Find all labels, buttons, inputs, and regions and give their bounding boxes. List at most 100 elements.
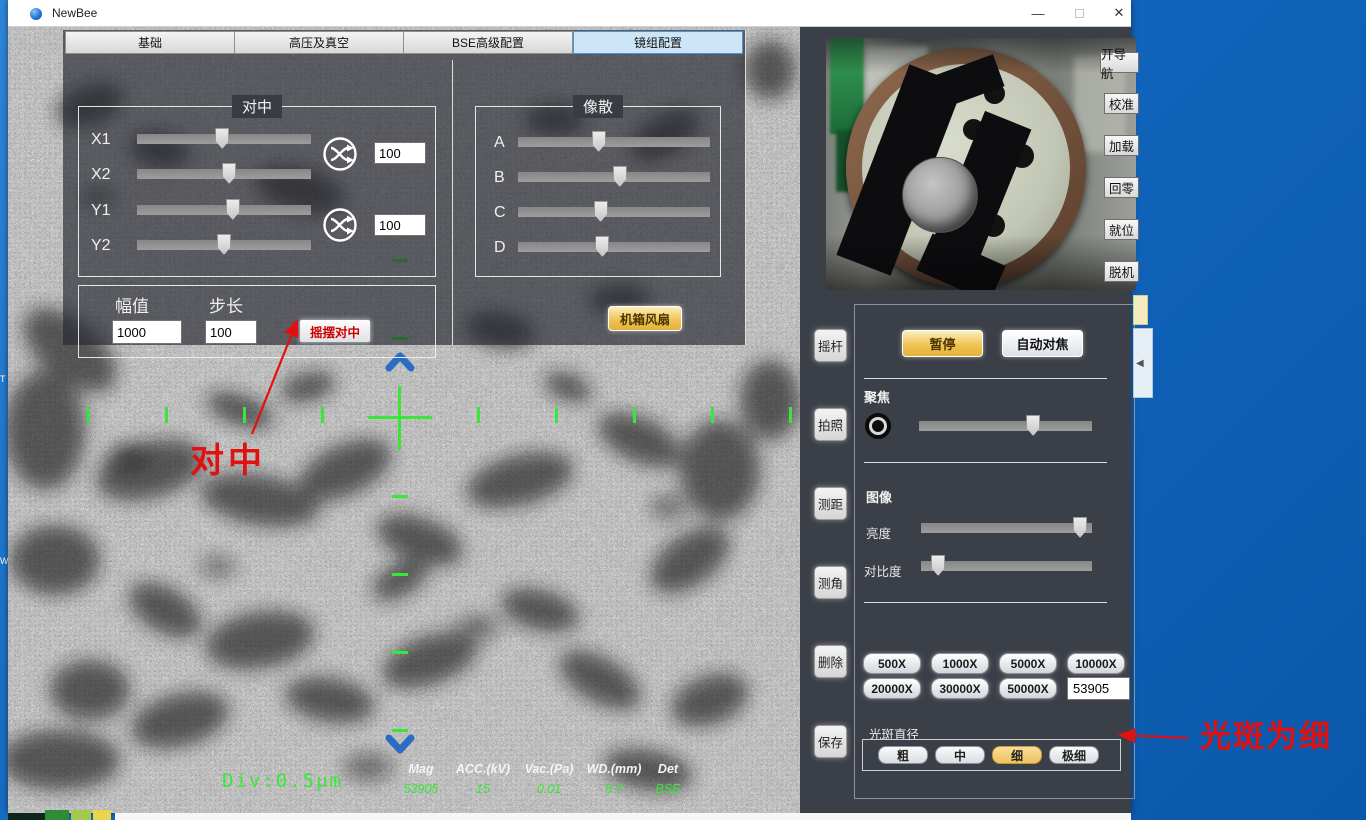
slider-thumb[interactable] [217, 234, 231, 255]
y1-slider[interactable] [137, 199, 311, 221]
nav-in-position-button[interactable]: 就位 [1104, 219, 1139, 240]
astig-b-slider[interactable] [518, 166, 710, 188]
y-wobble-value-input[interactable] [374, 214, 426, 236]
tool-joystick-button[interactable]: 摇杆 [814, 329, 847, 362]
contrast-slider[interactable] [921, 555, 1092, 577]
mag-5000x-button[interactable]: 5000X [999, 653, 1057, 674]
centering-group: 对中 X1 X2 Y1 Y2 [78, 106, 436, 277]
slider-thumb[interactable] [595, 236, 609, 257]
mag-20000x-button[interactable]: 20000X [863, 678, 921, 699]
mag-30000x-button[interactable]: 30000X [931, 678, 989, 699]
autofocus-button[interactable]: 自动对焦 [1002, 330, 1083, 357]
hud-tick [477, 407, 480, 423]
astig-c-slider[interactable] [518, 201, 710, 223]
sem-image-viewport[interactable]: Div:0.5μm Mag53905 ACC.(kV)15 Vac.(Pa)0.… [8, 27, 800, 813]
readout-det: DetBSE [646, 762, 690, 796]
focus-slider[interactable] [919, 415, 1092, 437]
tab-basic[interactable]: 基础 [65, 31, 235, 54]
nav-load-button[interactable]: 加载 [1104, 135, 1139, 156]
hud-tick [711, 407, 714, 423]
slider-thumb[interactable] [1026, 415, 1040, 436]
step-input[interactable] [205, 320, 257, 344]
desktop-icon-label-fragment: T [0, 374, 6, 384]
annotation-centering-text: 对中 [190, 433, 266, 482]
mag-custom-input[interactable] [1067, 677, 1130, 700]
shuffle-y-icon[interactable] [321, 206, 359, 244]
slider-track[interactable] [518, 207, 710, 217]
annotation-spot-text: 光斑为细 [1200, 711, 1332, 756]
slider-thumb[interactable] [215, 128, 229, 149]
app-icon [30, 8, 42, 20]
spot-ultrafine-button[interactable]: 极细 [1049, 746, 1099, 764]
x2-slider[interactable] [137, 163, 311, 185]
tool-save-button[interactable]: 保存 [814, 725, 847, 758]
wobble-centering-button[interactable]: 摇摆对中 [299, 319, 371, 343]
focus-target-icon[interactable] [865, 413, 891, 439]
y2-slider[interactable] [137, 234, 311, 256]
divider [864, 462, 1107, 463]
mag-500x-button[interactable]: 500X [863, 653, 921, 674]
x1-slider[interactable] [137, 128, 311, 150]
tab-lens-config[interactable]: 镜组配置 [573, 31, 743, 54]
slider-track[interactable] [919, 421, 1092, 431]
tab-hv-vacuum[interactable]: 高压及真空 [235, 31, 404, 54]
maximize-button[interactable] [1063, 0, 1095, 26]
spot-medium-button[interactable]: 中 [935, 746, 985, 764]
slider-thumb[interactable] [592, 131, 606, 152]
slider-thumb[interactable] [226, 199, 240, 220]
astig-a-slider[interactable] [518, 131, 710, 153]
shuffle-x-icon[interactable] [321, 135, 359, 173]
maximize-icon [1075, 9, 1084, 18]
spot-coarse-button[interactable]: 粗 [878, 746, 928, 764]
crosshair-vertical [398, 386, 401, 450]
centering-group-title: 对中 [232, 95, 282, 118]
collapse-arrow-icon[interactable]: ◀ [1136, 358, 1144, 369]
slider-thumb[interactable] [613, 166, 627, 187]
amplitude-input[interactable] [112, 320, 182, 344]
slider-track[interactable] [921, 523, 1092, 533]
brightness-label: 亮度 [866, 523, 891, 542]
mag-1000x-button[interactable]: 1000X [931, 653, 989, 674]
mag-10000x-button[interactable]: 10000X [1067, 653, 1125, 674]
titlebar[interactable]: NewBee — ✕ [8, 0, 1131, 27]
tool-snapshot-button[interactable]: 拍照 [814, 408, 847, 441]
slider-label-y2: Y2 [91, 237, 111, 255]
nav-offline-button[interactable]: 脱机 [1104, 261, 1139, 282]
panel-divider [452, 60, 453, 345]
slider-label-b: B [494, 169, 505, 187]
tab-bse-advanced[interactable]: BSE高级配置 [404, 31, 573, 54]
tool-delete-button[interactable]: 删除 [814, 645, 847, 678]
slider-track[interactable] [137, 205, 311, 215]
pause-button[interactable]: 暂停 [902, 330, 983, 357]
mag-50000x-button[interactable]: 50000X [999, 678, 1057, 699]
chassis-fan-button[interactable]: 机箱风扇 [608, 306, 682, 331]
slider-track[interactable] [921, 561, 1092, 571]
x-wobble-value-input[interactable] [374, 142, 426, 164]
close-button[interactable]: ✕ [1103, 0, 1135, 26]
nav-calibrate-button[interactable]: 校准 [1104, 93, 1139, 114]
chevron-down-icon [384, 733, 416, 755]
slider-thumb[interactable] [594, 201, 608, 222]
spot-fine-button[interactable]: 细 [992, 746, 1042, 764]
brightness-slider[interactable] [921, 517, 1092, 539]
readout-acc: ACC.(kV)15 [452, 762, 514, 796]
slider-thumb[interactable] [931, 555, 945, 576]
hud-tick [789, 407, 792, 423]
hud-tick [392, 651, 408, 654]
slider-track[interactable] [518, 137, 710, 147]
desktop-icon-fragment [71, 810, 91, 820]
nav-open-navigation-button[interactable]: 开导航 [1100, 52, 1139, 73]
slider-thumb[interactable] [222, 163, 236, 184]
slider-track[interactable] [518, 242, 710, 252]
slider-thumb[interactable] [1073, 517, 1087, 538]
tool-measure-distance-button[interactable]: 测距 [814, 487, 847, 520]
chamber-camera-view [826, 38, 1136, 290]
slider-label-x2: X2 [91, 166, 111, 184]
tool-measure-angle-button[interactable]: 测角 [814, 566, 847, 599]
astig-d-slider[interactable] [518, 236, 710, 258]
background-panel-sliver: ◀ [1133, 328, 1153, 398]
nav-home-button[interactable]: 回零 [1104, 177, 1139, 198]
minimize-button[interactable]: — [1022, 0, 1054, 26]
astigmatism-group: 像散 A B C D [475, 106, 721, 277]
hud-tick [165, 407, 168, 423]
